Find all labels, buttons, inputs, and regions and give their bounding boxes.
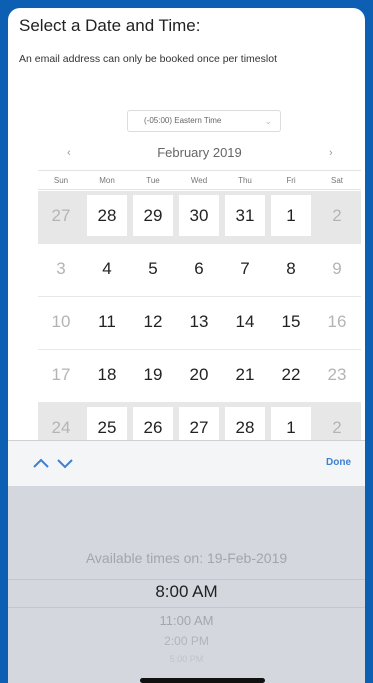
picker-selected-option[interactable]: 8:00 AM (8, 582, 365, 602)
picker-option[interactable]: 5:00 PM (8, 654, 365, 664)
calendar-day[interactable]: 13 (179, 301, 219, 342)
picker-header: Available times on: 19-Feb-2019 (85, 550, 288, 566)
calendar-day[interactable]: 19 (133, 354, 173, 395)
calendar-week-row: 27 28 29 30 31 1 2 (38, 191, 361, 244)
calendar-day[interactable]: 11 (87, 301, 127, 342)
weekday-label: Sun (53, 176, 69, 185)
calendar-day[interactable]: 7 (225, 248, 265, 289)
home-indicator (140, 678, 265, 683)
calendar-day[interactable]: 21 (225, 354, 265, 395)
time-picker-wheel[interactable]: Available times on: 19-Feb-2019 8:00 AM … (8, 486, 365, 683)
weekday-label: Sat (330, 176, 343, 185)
calendar-day: 23 (327, 365, 347, 384)
page-title: Select a Date and Time: (19, 16, 201, 35)
weekday-header: Sun Mon Tue Wed Thu Fri Sat (38, 170, 361, 190)
done-button[interactable]: Done (326, 457, 351, 468)
picker-option[interactable]: 2:00 PM (8, 634, 365, 648)
weekday-label: Thu (238, 176, 252, 185)
calendar-day[interactable]: 31 (225, 195, 265, 236)
calendar-day: 10 (51, 312, 71, 331)
calendar-day[interactable]: 28 (87, 195, 127, 236)
timezone-select[interactable]: (-05:00) Eastern Time ⌄ (127, 110, 281, 132)
calendar-week-row: 10 11 12 13 14 15 16 (38, 297, 361, 350)
chevron-up-icon[interactable] (31, 454, 51, 472)
calendar-day[interactable]: 18 (87, 354, 127, 395)
calendar-day[interactable]: 4 (87, 248, 127, 289)
calendar-day[interactable]: 12 (133, 301, 173, 342)
calendar-day[interactable]: 5 (133, 248, 173, 289)
calendar-day[interactable]: 30 (179, 195, 219, 236)
next-month-button[interactable]: › (329, 147, 333, 159)
calendar-day[interactable]: 29 (133, 195, 173, 236)
calendar: (-05:00) Eastern Time ⌄ ‹ February 2019 … (38, 110, 361, 456)
chevron-down-icon: ⌄ (264, 116, 272, 126)
calendar-day: 27 (51, 206, 71, 225)
chevron-down-icon[interactable] (55, 454, 75, 472)
timezone-value: (-05:00) Eastern Time (144, 116, 222, 125)
weekday-label: Wed (190, 176, 208, 185)
calendar-day[interactable]: 22 (271, 354, 311, 395)
weekday-label: Fri (286, 176, 296, 185)
calendar-day[interactable]: 20 (179, 354, 219, 395)
calendar-week-row: 17 18 19 20 21 22 23 (38, 350, 361, 403)
page-subtitle: An email address can only be booked once… (19, 53, 277, 65)
calendar-day: 9 (332, 259, 342, 278)
weekday-label: Tue (146, 176, 160, 185)
month-label: February 2019 (157, 145, 242, 160)
calendar-day: 3 (56, 259, 66, 278)
calendar-day: 16 (327, 312, 347, 331)
weekday-label: Mon (99, 176, 115, 185)
calendar-day[interactable]: 8 (271, 248, 311, 289)
calendar-day[interactable]: 1 (271, 195, 311, 236)
calendar-week-row: 3 45678 9 (38, 244, 361, 297)
calendar-day[interactable]: 14 (225, 301, 265, 342)
calendar-day: 17 (51, 365, 71, 384)
calendar-day[interactable]: 6 (179, 248, 219, 289)
calendar-day: 2 (332, 206, 342, 225)
keyboard-accessory-bar: Done (8, 440, 365, 486)
picker-option[interactable]: 11:00 AM (8, 613, 365, 628)
calendar-day[interactable]: 15 (271, 301, 311, 342)
